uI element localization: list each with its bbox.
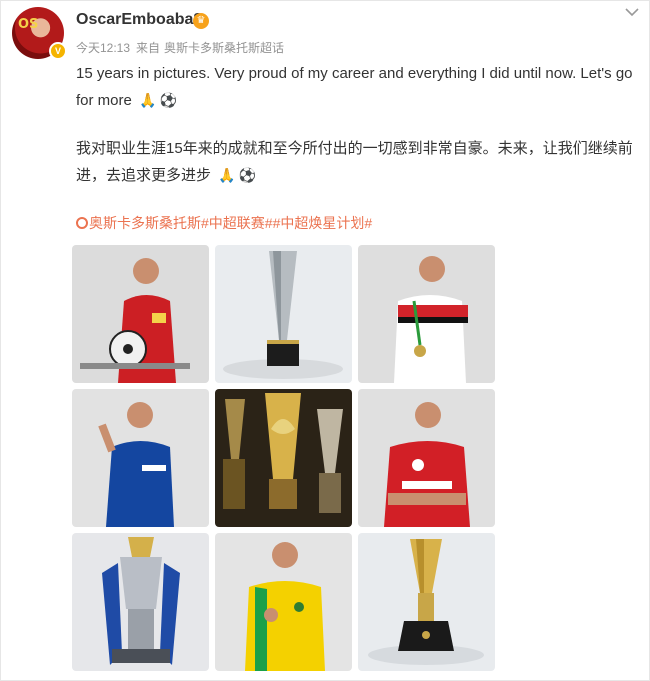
chevron-down-icon[interactable] [623,3,641,21]
photo-brazil[interactable] [215,533,352,671]
post-source-prefix: 来自 [136,41,161,55]
photo-chelsea[interactable] [72,389,209,527]
photo-sao-paulo[interactable] [358,245,495,383]
avatar-jersey-number: OS [18,17,39,32]
photo-silver-trophy[interactable] [215,245,352,383]
post-text-cn: 我对职业生涯15年来的成就和至今所付出的一切感到非常自豪。未来，让我们继续前进，… [76,140,633,184]
photo-gold-trophies[interactable] [215,389,352,527]
photo-internacional[interactable] [358,389,495,527]
topic-tags-text[interactable]: 奥斯卡多斯桑托斯#中超联赛##中超焕星计划# [89,215,372,231]
post-time[interactable]: 今天12:13 [76,41,130,55]
post-text-chinese: 我对职业生涯15年来的成就和至今所付出的一切感到非常自豪。未来，让我们继续前进，… [76,136,636,189]
topic-tags[interactable]: 奥斯卡多斯桑托斯#中超联赛##中超焕星计划# [76,213,372,233]
username[interactable]: OscarEmboaba8 [76,11,202,29]
photo-premier-league-trophy[interactable] [72,533,209,671]
weibo-post: OS V OscarEmboaba8 ♛ 今天12:13 来自 奥斯卡多斯桑托斯超话… [0,0,650,681]
photo-confederations-cup-trophy[interactable] [358,533,495,671]
location-icon [76,217,88,229]
pray-icon: 🙏 [218,167,236,183]
soccer-ball-icon: ⚽ [159,92,177,108]
verified-badge-icon: V [49,42,67,60]
post-text-english: 15 years in pictures. Very proud of my c… [76,61,636,114]
post-source[interactable]: 奥斯卡多斯桑托斯超话 [164,41,284,55]
pray-icon: 🙏 [139,92,157,108]
crown-icon: ♛ [193,13,209,29]
soccer-ball-icon: ⚽ [238,167,257,183]
post-meta: 今天12:13 来自 奥斯卡多斯桑托斯超话 [76,39,290,56]
photo-shanghai-sipg[interactable] [72,245,209,383]
